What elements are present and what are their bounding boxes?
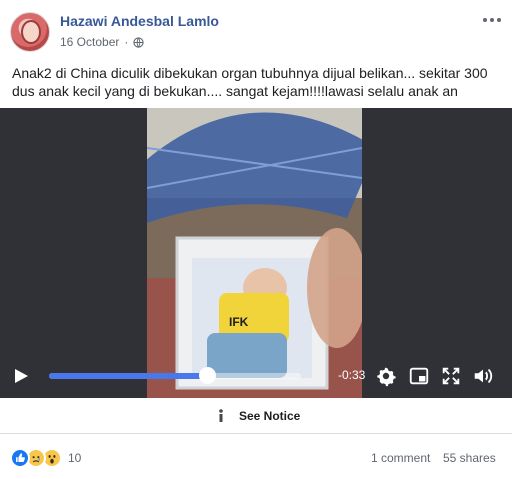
globe-icon [133, 36, 145, 48]
share-count[interactable]: 55 shares [443, 451, 496, 465]
gear-icon[interactable] [375, 365, 397, 387]
video-controls: -0:33 [0, 357, 512, 397]
progress-fill [49, 373, 208, 379]
volume-icon[interactable] [472, 365, 494, 387]
post-caption: Anak2 di China diculik dibekukan organ t… [12, 65, 488, 99]
post-meta: 16 October · [60, 35, 145, 49]
post-date[interactable]: 16 October [60, 35, 119, 49]
play-icon[interactable] [12, 367, 30, 385]
author-name[interactable]: Hazawi Andesbal Lamlo [60, 13, 219, 29]
progress-knob[interactable] [199, 367, 217, 384]
meta-separator: · [124, 35, 129, 49]
fullscreen-icon[interactable] [440, 365, 462, 387]
avatar[interactable] [10, 12, 50, 52]
progress-track[interactable] [49, 373, 301, 379]
video-thumbnail: IFK [147, 112, 362, 398]
reaction-count[interactable]: 10 [68, 451, 81, 465]
shirt-text: IFK [229, 315, 249, 329]
like-icon [10, 448, 30, 468]
post-footer: 10 1 comment 55 shares [0, 444, 512, 472]
see-notice-label[interactable]: See Notice [239, 409, 300, 423]
post-header: Hazawi Andesbal Lamlo 16 October · [0, 0, 512, 56]
time-remaining: -0:33 [338, 368, 366, 382]
info-icon [219, 409, 223, 422]
more-options-icon[interactable] [482, 12, 502, 28]
video-player[interactable]: IFK -0:33 [0, 108, 512, 398]
pip-icon[interactable] [408, 365, 430, 387]
comment-count[interactable]: 1 comment [371, 451, 430, 465]
see-notice-bar[interactable]: See Notice [0, 398, 512, 434]
